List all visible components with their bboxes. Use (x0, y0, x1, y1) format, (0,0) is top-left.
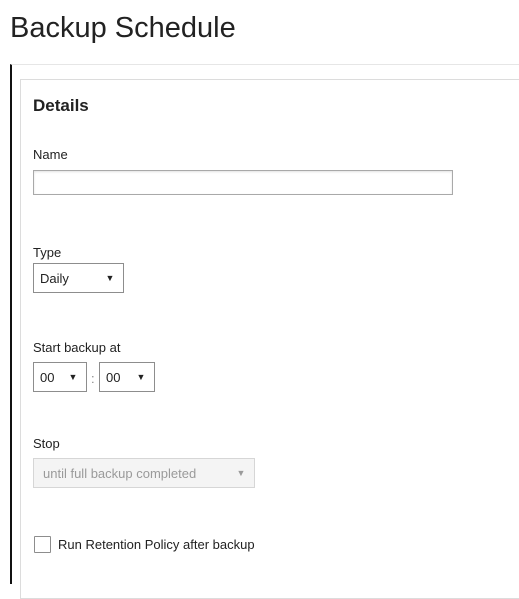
start-backup-label: Start backup at (33, 340, 121, 355)
type-select-value: Daily (40, 270, 69, 286)
stop-select-value: until full backup completed (43, 465, 197, 481)
page-title: Backup Schedule (10, 12, 236, 44)
name-input[interactable] (33, 170, 453, 195)
retention-label[interactable]: Run Retention Policy after backup (58, 537, 255, 552)
details-heading: Details (33, 96, 89, 115)
start-minute-value: 00 (106, 369, 121, 385)
chevron-down-icon: ▼ (136, 372, 146, 382)
start-hour-select[interactable]: 00 ▼ (33, 362, 87, 392)
chevron-down-icon: ▼ (68, 372, 78, 382)
chevron-down-icon: ▼ (105, 273, 115, 283)
type-select[interactable]: Daily ▼ (33, 263, 124, 293)
stop-label: Stop (33, 436, 60, 451)
stop-select: until full backup completed ▼ (33, 458, 255, 488)
time-separator: : (91, 371, 95, 386)
name-label: Name (33, 147, 68, 162)
chevron-down-icon: ▼ (236, 468, 246, 478)
start-hour-value: 00 (40, 369, 55, 385)
type-label: Type (33, 245, 62, 260)
start-minute-select[interactable]: 00 ▼ (99, 362, 155, 392)
details-panel (20, 79, 519, 599)
retention-checkbox[interactable] (34, 536, 51, 553)
